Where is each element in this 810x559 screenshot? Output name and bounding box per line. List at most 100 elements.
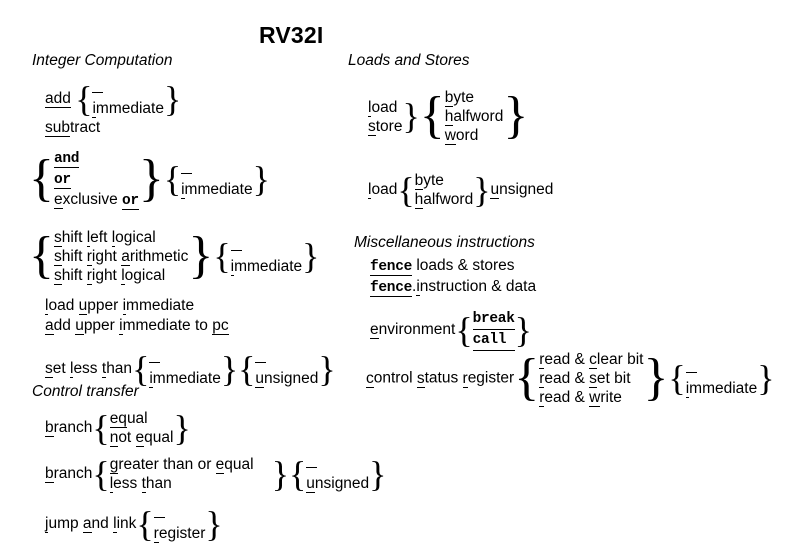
group-add-immediate: { immediate }	[75, 80, 181, 118]
option-read-set-bit: read & set bit	[539, 370, 631, 388]
option-or: or	[53, 172, 71, 189]
brace-open-icon: {	[29, 150, 54, 208]
brace-open-icon: {	[455, 309, 473, 350]
brace-open-icon: {	[213, 236, 231, 277]
brace-open-icon: {	[132, 348, 150, 389]
brace-close-icon: }	[643, 349, 669, 407]
option-byte: byte	[444, 89, 475, 107]
option-immediate: immediate	[685, 379, 758, 398]
group-jal-options: { register }	[136, 503, 223, 544]
option-base	[255, 350, 318, 369]
option-read-clear-bit: read & clear bit	[539, 351, 644, 369]
option-srl: shift right logical	[53, 267, 166, 285]
option-immediate: immediate	[92, 100, 164, 118]
brace-close-icon: }	[205, 503, 223, 544]
option-not-equal: not equal	[109, 429, 174, 447]
group-branch-unsigned: { unsigned }	[289, 455, 386, 493]
section-heading-control-transfer: Control transfer	[32, 383, 139, 400]
option-load: load	[368, 98, 398, 117]
instruction-subtract: subtract	[45, 119, 101, 137]
brace-open-icon: {	[514, 349, 540, 407]
brace-close-icon: }	[188, 227, 214, 285]
option-immediate: immediate	[149, 370, 221, 388]
brace-open-icon: {	[163, 159, 182, 200]
brace-close-icon: }	[473, 169, 491, 210]
option-break: break	[472, 309, 515, 330]
option-unsigned: unsigned	[255, 370, 319, 388]
group-logic-immediate: { immediate }	[164, 161, 270, 199]
group-shift-immediate: { immediate }	[213, 238, 319, 276]
rv32i-chart: RV32I Integer Computation add { immediat…	[0, 0, 810, 559]
brace-close-icon: }	[138, 150, 164, 208]
group-environment-options: { break call }	[455, 309, 532, 351]
mnemonic-sub: sub	[45, 119, 70, 137]
brace-close-icon: }	[514, 309, 532, 350]
brace-close-icon: }	[369, 453, 387, 494]
option-base	[153, 505, 206, 524]
instruction-load-store: load store } { byte halfword word }	[368, 88, 528, 145]
instruction-lui: load upper immediate	[45, 297, 195, 315]
option-read-write: read & write	[539, 389, 622, 407]
instruction-auipc: add upper immediate to pc	[45, 317, 229, 335]
instruction-jal: jump and link { register }	[45, 503, 223, 544]
brace-open-icon: {	[419, 87, 445, 145]
option-base	[306, 455, 369, 474]
brace-open-icon: {	[29, 227, 54, 285]
option-base	[230, 238, 303, 257]
option-xor: exclusive or	[53, 191, 139, 210]
instruction-add: add { immediate }	[45, 80, 181, 118]
group-csr-ops: { read & clear bit read & set bit read &…	[514, 350, 668, 407]
option-immediate: immediate	[181, 180, 253, 199]
brace-open-icon: {	[136, 503, 154, 544]
option-immediate: immediate	[230, 257, 303, 276]
group-load-unsigned-width: { byte halfword }	[397, 171, 490, 209]
brace-close-icon: }	[163, 78, 182, 119]
instruction-load-unsigned: load { byte halfword } unsigned	[368, 169, 554, 210]
group-branch-eq-options: { equal not equal }	[92, 407, 191, 448]
option-less-than: less than	[109, 475, 172, 493]
instruction-branch-eq: branch { equal not equal }	[45, 407, 191, 448]
section-heading-misc: Miscellaneous instructions	[354, 234, 535, 251]
option-register: register	[153, 525, 206, 543]
brace-close-icon: }	[252, 159, 270, 200]
option-store: store	[368, 117, 403, 136]
instruction-csr: control status register { read & clear b…	[366, 349, 775, 407]
mnemonic-add: add	[45, 90, 71, 109]
group-logic-ops: { and or exclusive or }	[29, 148, 164, 211]
option-base	[149, 350, 221, 369]
instruction-logic-group: { and or exclusive or } { immediate }	[29, 148, 270, 211]
group-slt-immediate: { immediate }	[132, 350, 238, 388]
brace-close-icon: }	[757, 358, 775, 399]
brace-close-icon: }	[318, 348, 336, 389]
group-load-store: load store }	[368, 98, 420, 136]
group-csr-immediate: { immediate }	[668, 358, 775, 399]
brace-close-icon: }	[503, 87, 529, 145]
brace-open-icon: {	[92, 407, 110, 448]
option-sll: shift left logical	[53, 229, 156, 247]
section-heading-loads-and-stores: Loads and Stores	[348, 52, 470, 69]
brace-open-icon: {	[668, 358, 686, 399]
instruction-shift-group: { shift left logical shift right arithme…	[29, 228, 319, 285]
option-base	[92, 80, 164, 99]
brace-open-icon: {	[288, 453, 307, 494]
suffix-unsigned: unsigned	[490, 181, 554, 200]
instruction-fence: fence loads & stores	[370, 257, 515, 276]
instruction-fence-i: fence.instruction & data	[370, 278, 537, 297]
brace-close-icon: }	[271, 453, 289, 494]
group-shift-ops: { shift left logical shift right arithme…	[29, 228, 213, 285]
instruction-branch-cmp: branch { greater than or equal less than…	[45, 453, 387, 494]
option-unsigned: unsigned	[306, 475, 370, 493]
brace-close-icon: }	[302, 236, 320, 277]
section-heading-integer-computation: Integer Computation	[32, 52, 173, 69]
instruction-environment: environment { break call }	[370, 309, 532, 351]
option-equal: equal	[109, 410, 148, 428]
brace-close-icon: }	[173, 407, 191, 448]
option-halfword: halfword	[414, 191, 474, 209]
option-greater-equal: greater than or equal	[109, 456, 254, 474]
brace-close-icon: }	[220, 348, 239, 389]
brace-open-icon: {	[75, 78, 93, 119]
option-word: word	[444, 127, 479, 145]
option-call: call	[472, 330, 515, 351]
brace-open-icon: {	[397, 169, 415, 210]
group-slt-unsigned: { unsigned }	[238, 348, 336, 389]
